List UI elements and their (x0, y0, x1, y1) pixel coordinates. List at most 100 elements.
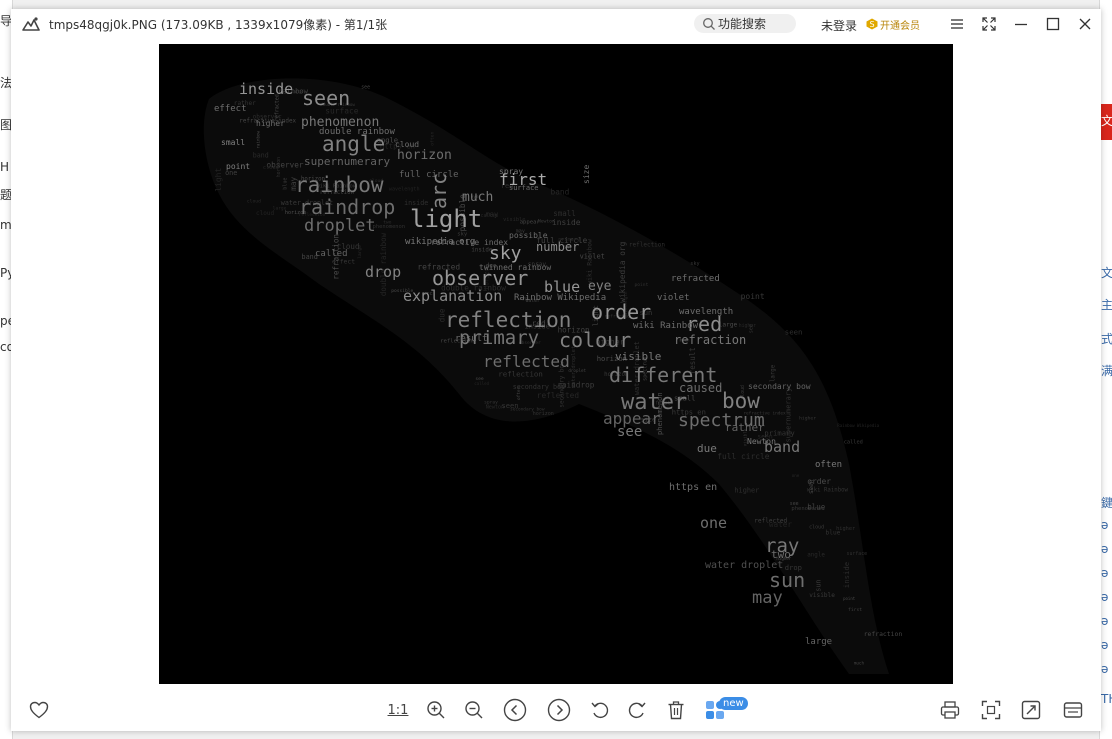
wordcloud-word: twinned rainbow (479, 263, 551, 272)
wordcloud-word: caused (679, 381, 722, 395)
wordcloud-word: one (700, 514, 727, 532)
vip-crown-icon: S (866, 18, 878, 30)
image-viewer-window: tmps48qgj0k.PNG (173.09KB , 1339x1079像素)… (11, 9, 1101, 731)
rotate-right-button[interactable] (625, 698, 649, 722)
wordcloud-word: explanation (403, 287, 502, 305)
wordcloud-word: wiki Rainbow (633, 321, 699, 331)
delete-button[interactable] (664, 698, 688, 722)
wordcloud-word: higher (256, 119, 285, 128)
wordcloud-filler-word: inside (552, 218, 581, 227)
chevron-left-circle-icon (503, 698, 527, 722)
wordcloud-filler-word: Rainbow Wikipedia (837, 423, 879, 428)
background-text-fragment: TH (1101, 692, 1112, 706)
zoom-out-button[interactable] (462, 698, 486, 722)
wordcloud-word: large (805, 637, 832, 647)
resize-button[interactable] (1019, 698, 1043, 722)
wordcloud-filler-word: light (214, 168, 223, 192)
wordcloud-filler-word: spray (484, 401, 498, 406)
app-logo-icon (21, 14, 41, 34)
maximize-button[interactable] (1045, 16, 1061, 32)
wordcloud-word: result (455, 334, 488, 344)
trash-icon (668, 701, 684, 720)
wordcloud-word: rainbow (295, 173, 384, 197)
search-icon (703, 17, 715, 30)
wordcloud-word: surface (509, 184, 539, 192)
wordcloud-filler-word: phenomenon (373, 224, 405, 230)
wordcloud-filler-word: water (769, 520, 793, 529)
wordcloud-word: light (410, 205, 482, 233)
close-button[interactable] (1077, 16, 1093, 32)
wordcloud-filler-word: see (790, 501, 799, 507)
wordcloud-filler-word: blue (283, 178, 289, 190)
wordcloud-word: rather (725, 421, 765, 434)
wordcloud-word: due (697, 442, 717, 455)
feature-search-box[interactable] (694, 14, 796, 33)
wordcloud-word: often (815, 460, 842, 470)
wordcloud-word: drop (365, 263, 401, 281)
wordcloud-filler-word: reflection (629, 242, 666, 249)
background-text-fragment: ə (1101, 518, 1109, 532)
film-strip-icon (1063, 702, 1083, 718)
wordcloud-word: spray (499, 167, 523, 176)
rotate-left-icon (591, 702, 609, 719)
wordcloud-word: wavelength (679, 307, 733, 317)
actual-size-button[interactable]: 1:1 (386, 698, 410, 722)
background-text-fragment: ə (1101, 638, 1109, 652)
wordcloud-word: may (752, 588, 783, 608)
wordcloud-filler-word: band (551, 187, 570, 196)
wordcloud-word: reflected (483, 352, 570, 371)
login-link[interactable]: 未登录 (821, 17, 857, 34)
wordcloud-word: number (536, 240, 579, 254)
previous-image-button[interactable] (503, 698, 527, 722)
printer-icon (940, 701, 960, 719)
menu-button[interactable] (949, 16, 965, 32)
rotate-left-button[interactable] (588, 698, 612, 722)
wordcloud-word: horizon (397, 148, 452, 163)
close-icon (1079, 18, 1091, 30)
wordcloud-word: water droplet (705, 560, 783, 571)
wordcloud-word: much (462, 190, 493, 205)
zoom-in-button[interactable] (424, 698, 448, 722)
wordcloud-filler-word: band (253, 152, 269, 160)
wordcloud-filler-word: often (516, 386, 522, 400)
wordcloud-filler-word: visible (809, 592, 835, 599)
image-canvas[interactable]: horizon light Newton surface Newton visible do… (159, 44, 953, 684)
wordcloud-word: https en (669, 482, 717, 493)
maximize-icon (1046, 17, 1060, 31)
wordcloud-filler-word: full circle (717, 452, 770, 461)
wordcloud-filler-word: large (770, 364, 776, 382)
wordcloud-filler-word: surface (847, 551, 868, 557)
bottom-toolbar: 1:1 new (11, 689, 1101, 731)
wordcloud-filler-word: droplet (568, 368, 586, 373)
wordcloud-image: horizonlightNewtonsurfaceNewtonvisibledo… (203, 78, 902, 674)
next-image-button[interactable] (547, 698, 571, 722)
wordcloud-filler-word: point (635, 282, 649, 288)
minimize-icon (1015, 23, 1027, 26)
vip-upgrade-button[interactable]: S 开通会员 (866, 15, 920, 33)
actual-size-label: 1:1 (387, 702, 409, 718)
background-text-fragment: 满 (1101, 364, 1112, 378)
background-text-fragment: H (0, 160, 10, 174)
crop-screenshot-button[interactable] (979, 698, 1003, 722)
minimize-button[interactable] (1013, 16, 1029, 32)
favorite-button[interactable] (27, 698, 51, 722)
wordcloud-word: inside (239, 80, 293, 98)
wordcloud-filler-word: higher (734, 487, 759, 495)
wordcloud-word: cloud (395, 140, 419, 149)
print-button[interactable] (938, 698, 962, 722)
wordcloud-filler-word: cloud (256, 210, 274, 217)
wordcloud-word: called (315, 249, 348, 259)
background-text-fragment: 式 (1101, 332, 1112, 346)
wordcloud-word: refraction (674, 333, 746, 347)
screenshot-frame-icon (981, 700, 1001, 720)
slideshow-button[interactable] (1061, 698, 1085, 722)
wordcloud-filler-word: first (848, 607, 862, 613)
wordcloud-filler-word: cloud (809, 524, 824, 530)
wordcloud-word: Newton (747, 437, 776, 446)
wordcloud-word: colour (559, 328, 631, 352)
hamburger-menu-icon (951, 19, 963, 29)
svg-text:S: S (869, 20, 874, 29)
fullscreen-button[interactable] (981, 16, 997, 32)
background-text-fragment: 鍵 (1101, 496, 1112, 510)
search-input[interactable] (716, 16, 794, 31)
